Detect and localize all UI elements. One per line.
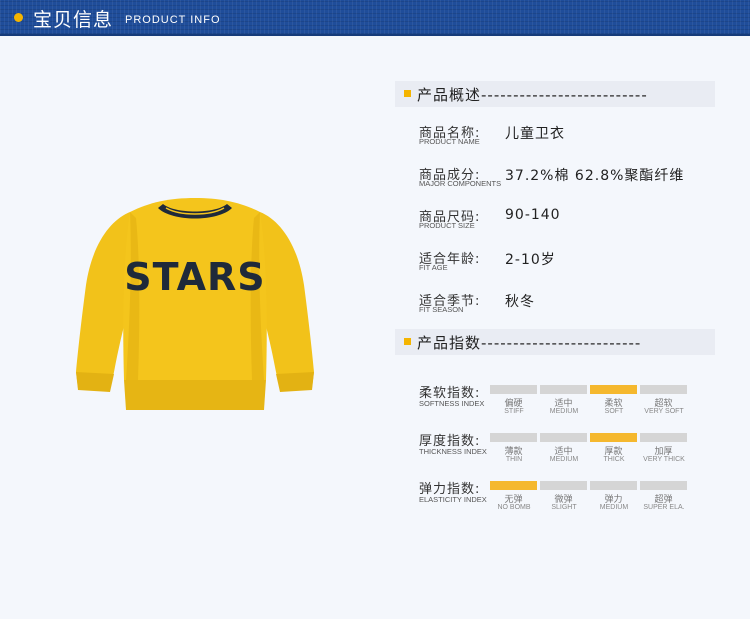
overview-header: 产品概述-------------------------- — [395, 81, 715, 107]
size-label-en: PRODUCT SIZE — [419, 221, 475, 230]
size-value: 90-140 — [505, 207, 561, 223]
product-name-value: 儿童卫衣 — [505, 126, 565, 142]
components-label-en: MAJOR COMPONENTS — [419, 179, 502, 188]
index-segment — [540, 481, 587, 490]
section-subtitle: PRODUCT INFO — [125, 14, 221, 26]
index-option-label-en: VERY THICK — [643, 456, 685, 463]
index-segment-selected — [590, 385, 637, 394]
product-name-label-en: PRODUCT NAME — [419, 137, 480, 146]
age-label-en: FIT AGE — [419, 263, 448, 272]
overview-title: 产品概述-------------------------- — [417, 86, 648, 104]
bullet-dot-icon — [14, 13, 23, 22]
product-image: STARS — [76, 198, 314, 410]
index-label-en: ELASTICITY INDEX — [419, 495, 487, 504]
index-option-label-en: VERY SOFT — [644, 408, 684, 415]
index-segment — [540, 385, 587, 394]
section-title: 宝贝信息 — [33, 9, 114, 31]
index-segment — [490, 433, 537, 442]
components-value: 37.2%棉 62.8%聚酯纤维 — [505, 168, 685, 184]
season-label-en: FIT SEASON — [419, 305, 464, 314]
square-bullet-icon — [404, 338, 411, 345]
index-segment-selected — [590, 433, 637, 442]
header-bar: 宝贝信息 PRODUCT INFO — [0, 0, 750, 36]
print-text: STARS — [124, 255, 265, 299]
index-segment — [590, 481, 637, 490]
index-option-label-en: SUPER ELA. — [643, 504, 685, 511]
season-value: 秋冬 — [505, 294, 535, 310]
age-value: 2-10岁 — [505, 252, 556, 268]
index-label-en: SOFTNESS INDEX — [419, 399, 485, 408]
index-segment — [540, 433, 587, 442]
indices-title: 产品指数------------------------- — [417, 334, 642, 352]
index-segment — [640, 433, 687, 442]
indices-header: 产品指数------------------------- — [395, 329, 715, 355]
square-bullet-icon — [404, 90, 411, 97]
index-segment — [640, 481, 687, 490]
index-label-en: THICKNESS INDEX — [419, 447, 487, 456]
index-segment — [640, 385, 687, 394]
index-segment — [490, 385, 537, 394]
index-segment-selected — [490, 481, 537, 490]
